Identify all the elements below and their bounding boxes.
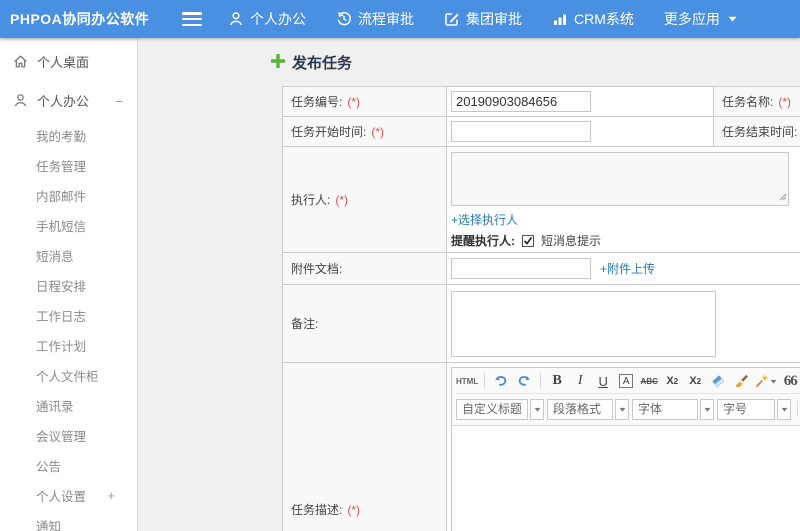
user-icon [13,93,28,108]
task-no-input[interactable] [451,91,591,112]
sidebar-item-notice[interactable]: 通知 [0,510,137,531]
font-family-select[interactable]: 字体 [632,398,714,420]
italic-button[interactable]: I [570,371,590,391]
start-time-input[interactable] [451,121,591,142]
editor-toolbar: HTML B I U A ABC X 2 X 2 66 自定义标题 段落格式 字… [452,368,800,426]
publish-task-form: 任务编号:(*) 任务名称:(*) 任务开始时间:(*) [282,86,800,531]
blockquote-button[interactable]: 66 [780,371,800,391]
main-content: 发布任务 任务编号:(*) 任务名称:(*) [138,38,800,531]
nav-label: 个人办公 [250,11,306,27]
redo-icon[interactable] [514,371,534,391]
rich-text-editor: HTML B I U A ABC X 2 X 2 66 自定义标题 段落格式 字… [451,367,800,531]
caret-down-icon [728,16,737,22]
remark-textarea[interactable] [451,290,716,357]
font-border-button[interactable]: A [616,371,636,391]
undo-icon[interactable] [491,371,511,391]
nav-group-approval[interactable]: 集团审批 [444,9,522,29]
sidebar-item-announcement[interactable]: 公告 [0,450,137,480]
required-mark: (*) [347,502,361,517]
html-source-button[interactable]: HTML [456,371,478,391]
top-nav: 个人办公 流程审批 集团审批 CRM系统 更多应用 [228,9,737,29]
sms-remind-checkbox[interactable] [522,234,534,247]
resize-handle-icon[interactable] [779,190,787,204]
end-time-label-cell: 任务结束时间:(*) [713,116,800,147]
sidebar-item-schedule[interactable]: 日程安排 [0,270,137,300]
page-title: 发布任务 [292,55,353,72]
nav-label: 更多应用 [663,11,720,27]
font-size-select[interactable]: 字号 [717,398,791,420]
sms-remind-label: 短消息提示 [541,234,602,248]
collapse-indicator[interactable]: − [115,93,129,109]
nav-label: 集团审批 [466,11,522,27]
sidebar-item-contacts[interactable]: 通讯录 [0,390,137,420]
top-header: PHPOA协同办公软件 个人办公 流程审批 集团审批 CRM系统 更多应用 [0,0,800,38]
sidebar-item-file-cabinet[interactable]: 个人文件柜 [0,360,137,390]
remark-label-cell: 备注: [282,284,447,363]
executor-textarea[interactable] [451,152,789,206]
app-logo[interactable]: PHPOA协同办公软件 [0,9,180,29]
add-icon [270,53,286,71]
sidebar-item-meeting[interactable]: 会议管理 [0,420,137,450]
sidebar-item-attendance[interactable]: 我的考勤 [0,120,137,150]
required-mark: (*) [371,125,385,139]
home-icon [13,54,28,69]
bold-button[interactable]: B [547,371,567,391]
caret-down-icon [615,398,629,420]
caret-down-icon [700,398,714,420]
sidebar-item-sms[interactable]: 手机短信 [0,210,137,240]
attachment-upload-link[interactable]: +附件上传 [600,260,655,277]
sidebar-item-work-plan[interactable]: 工作计划 [0,330,137,360]
nav-label: CRM系统 [574,11,634,27]
select-executor-link[interactable]: +选择执行人 [451,211,518,228]
required-mark: (*) [347,95,361,109]
user-icon [228,11,244,27]
superscript-button[interactable]: X2 [662,371,682,391]
sidebar-item-internal-mail[interactable]: 内部邮件 [0,180,137,210]
description-editor-area[interactable] [452,426,800,531]
sidebar: 个人桌面 个人办公 − 我的考勤 任务管理 内部邮件 手机短信 短消息 日程安排… [0,38,138,531]
sidebar-item-label: 个人桌面 [37,55,90,70]
process-history-icon [336,11,352,27]
task-no-label-cell: 任务编号: (*) [282,86,447,117]
caret-down-icon [777,398,791,420]
menu-toggle-icon[interactable] [182,12,202,26]
underline-button[interactable]: U [593,371,613,391]
nav-more-apps[interactable]: 更多应用 [664,9,737,29]
sidebar-item-work-log[interactable]: 工作日志 [0,300,137,330]
subscript-button[interactable]: X2 [685,371,705,391]
required-mark: (*) [778,95,792,109]
page-title-row: 发布任务 [270,52,800,73]
sidebar-item-short-message[interactable]: 短消息 [0,240,137,270]
description-label-cell: 任务描述: (*) [282,362,447,531]
sidebar-item-label: 个人办公 [37,94,90,109]
edit-square-icon [444,11,460,27]
sidebar-item-task-management[interactable]: 任务管理 [0,150,137,180]
format-painter-icon[interactable] [731,371,751,391]
attachment-input[interactable] [451,258,591,279]
task-name-label-cell: 任务名称: (*) [713,86,800,117]
bar-chart-icon [552,11,568,27]
eraser-icon[interactable] [708,371,728,391]
nav-crm-system[interactable]: CRM系统 [552,9,634,29]
start-time-label-cell: 任务开始时间: (*) [282,116,447,147]
sidebar-item-personal-office[interactable]: 个人办公 − [0,81,137,120]
sidebar-item-personal-settings[interactable]: 个人设置 + [0,480,137,510]
attachment-label-cell: 附件文档: [282,252,447,285]
custom-heading-select[interactable]: 自定义标题 [456,398,544,420]
strikethrough-button[interactable]: ABC [639,371,659,391]
nav-process-approval[interactable]: 流程审批 [336,9,414,29]
required-mark: (*) [335,193,349,207]
executor-label-cell: 执行人: (*) [282,146,447,253]
sidebar-item-desktop[interactable]: 个人桌面 [0,42,137,81]
expand-indicator[interactable]: + [107,488,115,503]
paragraph-format-select[interactable]: 段落格式 [547,398,629,420]
nav-label: 流程审批 [358,11,414,27]
nav-personal-office[interactable]: 个人办公 [228,9,306,29]
caret-down-icon [530,398,544,420]
remind-executor-label: 提醒执行人: [451,234,515,248]
autotypeset-icon[interactable] [754,371,777,391]
